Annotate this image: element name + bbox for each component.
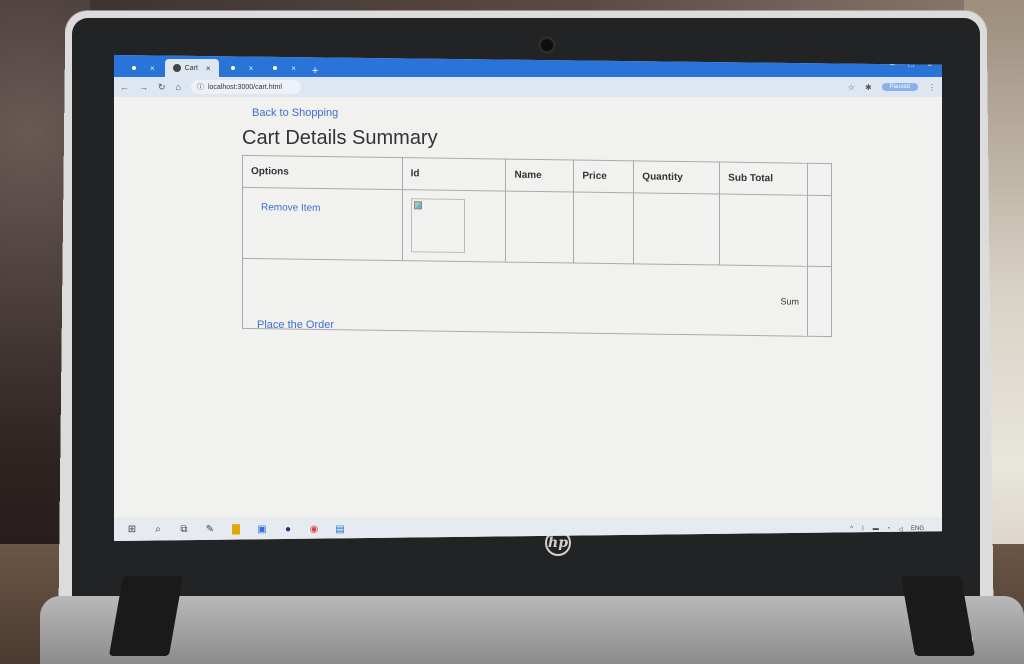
volume-icon[interactable]: ◁ xyxy=(898,526,903,533)
extensions-icon[interactable]: ✱ xyxy=(865,83,872,92)
search-icon[interactable]: ⌕ xyxy=(152,523,164,535)
github-icon xyxy=(228,64,237,72)
home-icon[interactable]: ⌂ xyxy=(176,82,181,92)
system-tray: ^ ᛒ ▬ ◔ ◁ ENG xyxy=(850,526,932,533)
table-row: Remove Item xyxy=(242,187,832,267)
page-content: Back to Shopping Cart Details Summary Op… xyxy=(114,97,942,517)
url-field[interactable]: ⓘ localhost:3000/cart.html xyxy=(190,80,301,94)
column-header: Id xyxy=(402,157,506,192)
page-title: Cart Details Summary xyxy=(242,127,438,149)
broken-image-icon xyxy=(413,201,422,210)
quantity-cell xyxy=(633,192,720,266)
bookmark-star-icon[interactable]: ☆ xyxy=(848,83,855,92)
id-cell xyxy=(402,189,506,263)
remove-item-link[interactable]: Remove Item xyxy=(251,196,320,214)
task-view-icon[interactable]: ⧉ xyxy=(178,523,190,535)
tab-label: Cart xyxy=(184,64,198,72)
url-text: localhost:3000/cart.html xyxy=(207,83,282,91)
profile-status-button[interactable]: Paused xyxy=(881,83,918,91)
bluetooth-icon[interactable]: ᛒ xyxy=(861,526,865,532)
column-header: Options xyxy=(242,155,403,190)
column-header: Sub Total xyxy=(719,162,808,196)
webcam-icon xyxy=(538,36,556,54)
close-icon[interactable]: × xyxy=(206,64,211,73)
laptop-screen: × Cart × × × + – □ × ← → ↻ ⌂ ⓘ loc xyxy=(114,55,942,541)
back-to-shopping-link[interactable]: Back to Shopping xyxy=(252,107,338,119)
name-cell xyxy=(505,191,574,264)
back-arrow-icon[interactable]: ← xyxy=(120,82,129,92)
browser-tab-active[interactable]: Cart × xyxy=(164,59,219,77)
vscode-icon[interactable]: ▣ xyxy=(256,523,268,535)
browser-tab[interactable]: × xyxy=(221,59,262,77)
reload-icon[interactable]: ↻ xyxy=(158,82,166,93)
column-header: Name xyxy=(505,159,574,193)
price-cell xyxy=(573,192,634,264)
close-icon[interactable]: × xyxy=(249,64,254,73)
browser-tab[interactable]: × xyxy=(122,59,163,77)
cart-table: Options Id Name Price Quantity Sub Total… xyxy=(242,154,832,338)
extra-cell xyxy=(807,195,832,267)
favicon-icon xyxy=(271,64,280,72)
options-cell: Remove Item xyxy=(242,187,403,261)
favicon-icon xyxy=(130,64,138,72)
column-header: Quantity xyxy=(633,160,720,195)
favicon-icon xyxy=(172,64,181,72)
battery-icon[interactable]: ▬ xyxy=(873,526,879,532)
address-bar-actions: ☆ ✱ Paused ⋮ xyxy=(848,83,936,92)
product-image xyxy=(410,198,465,253)
info-icon: ⓘ xyxy=(196,84,204,91)
sum-value-cell xyxy=(807,266,832,337)
new-tab-button[interactable]: + xyxy=(306,65,324,77)
file-explorer-icon[interactable]: ▇ xyxy=(230,523,242,535)
column-header xyxy=(807,163,832,196)
windows-start-icon[interactable]: ⊞ xyxy=(126,523,138,535)
close-icon[interactable]: × xyxy=(291,64,296,73)
subtotal-cell xyxy=(719,194,808,267)
forward-arrow-icon[interactable]: → xyxy=(139,82,148,92)
address-bar: ← → ↻ ⌂ ⓘ localhost:3000/cart.html ☆ ✱ P… xyxy=(114,77,942,97)
chrome-icon[interactable]: ◉ xyxy=(308,523,320,535)
taskbar-app-icon[interactable]: ▤ xyxy=(334,523,346,535)
browser-tab[interactable]: × xyxy=(263,59,304,77)
menu-dots-icon[interactable]: ⋮ xyxy=(928,83,936,92)
language-indicator[interactable]: ENG xyxy=(911,526,924,532)
laptop-base: ʙo xyxy=(40,596,1024,664)
close-icon[interactable]: × xyxy=(150,64,155,73)
network-icon[interactable]: ◔ xyxy=(887,526,891,532)
column-header: Price xyxy=(573,160,634,193)
eclipse-icon[interactable]: ● xyxy=(282,523,294,535)
place-order-link[interactable]: Place the Order xyxy=(257,319,334,331)
tray-chevron-icon[interactable]: ^ xyxy=(850,526,853,532)
pen-icon[interactable]: ✎ xyxy=(204,523,216,535)
